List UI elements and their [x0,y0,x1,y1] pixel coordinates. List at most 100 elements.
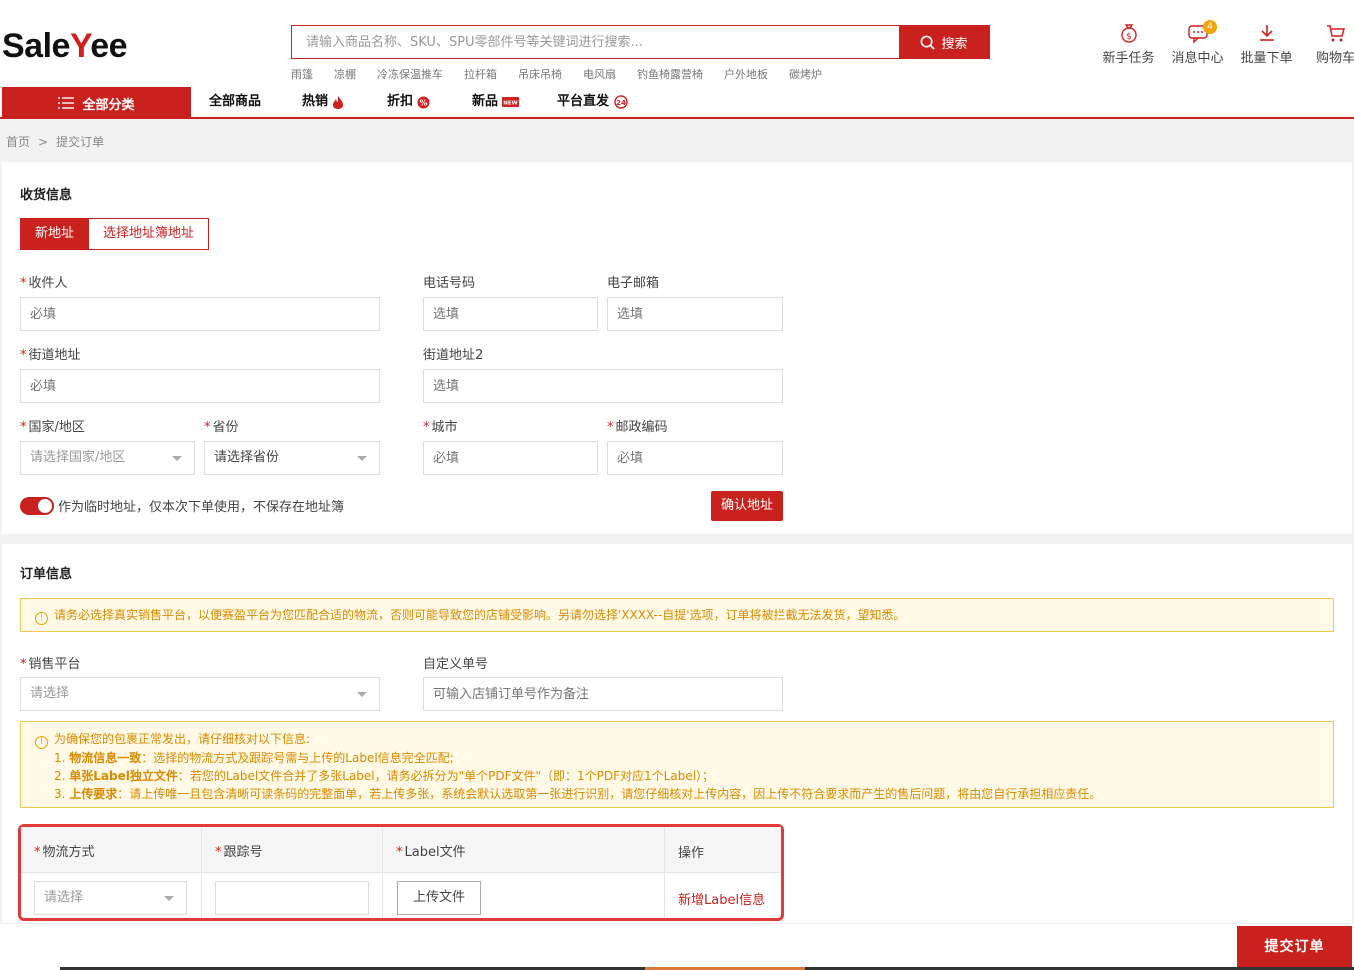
hot-word[interactable]: 碳烤炉 [789,66,822,82]
new-icon: NEW [502,97,520,107]
nav-label: 全部商品 [209,94,262,109]
breadcrumb: 首页 > 提交订单 [6,133,104,150]
nav-discount[interactable]: 折扣 % [387,87,430,117]
logo[interactable]: SaleYee [2,24,128,68]
fire-icon [333,95,344,109]
svg-text:NEW: NEW [503,101,517,107]
custom-order-no-label: 自定义单号 [423,657,489,672]
label-notice-title: ! 为确保您的包裹正常发出，请仔细核对以下信息: [35,730,1319,749]
cart-link[interactable]: 购物车 [1301,22,1354,66]
bulk-order-link[interactable]: 批量下单 [1232,22,1301,66]
all-categories-button[interactable]: 全部分类 [2,87,191,119]
street-input[interactable] [20,369,380,403]
label-notice: ! 为确保您的包裹正常发出，请仔细核对以下信息: 1. 物流信息一致：选择的物流方… [20,721,1334,808]
city-label: * 城市 [423,420,458,435]
city-input[interactable] [423,441,598,475]
search-button-label: 搜索 [941,36,968,52]
hot-word[interactable]: 凉棚 [334,66,356,82]
platform-notice: ! 请务必选择真实销售平台，以便赛盈平台为您匹配合适的物流，否则可能导致您的店铺受… [20,598,1334,632]
nav-label: 平台直发 [557,94,610,109]
zip-label: * 邮政编码 [607,420,668,435]
submit-order-button[interactable]: 提交订单 [1237,926,1352,969]
nav-all-products[interactable]: 全部商品 [209,87,261,117]
message-badge: 4 [1203,20,1217,34]
temp-address-label: 作为临时地址，仅本次下单使用，不保存在地址簿 [58,500,345,515]
email-label: 电子邮箱 [607,276,660,291]
confirm-address-button[interactable]: 确认地址 [711,491,783,521]
street2-input[interactable] [423,369,783,403]
nav-hot[interactable]: 热销 [302,87,344,117]
hot-word[interactable]: 钓鱼椅露营椅 [637,66,703,82]
nav-new[interactable]: 新品 NEW [472,87,520,117]
notice-item: 3. 上传要求：请上传唯一且包含清晰可读条码的完整面单，若上传多张，系统会默认选… [54,787,1102,801]
street-label: * 街道地址 [20,348,81,363]
recipient-label: * 收件人 [20,276,68,291]
message-center-link[interactable]: 4 消息中心 [1163,20,1232,66]
download-icon [1259,25,1274,41]
street2-label: 街道地址2 [423,348,484,363]
tracking-number-input[interactable] [215,881,369,915]
hot-word[interactable]: 吊床吊椅 [518,66,562,82]
footer-bar: 提交订单 [0,923,1354,970]
shipping-title: 收货信息 [20,188,73,203]
hot-word[interactable]: 冷冻保温推车 [377,66,443,82]
hot-word[interactable]: 电风扇 [583,66,616,82]
top-icon-label: 新手任务 [1102,51,1155,66]
phone-input[interactable] [423,297,598,331]
money-bag-icon: $ [1120,24,1137,43]
country-select[interactable]: 请选择国家/地区 [20,441,195,475]
temp-address-toggle[interactable] [20,497,54,515]
top-shortcuts: $ 新手任务 4 消息中心 批量下单 购物车 [1094,20,1354,66]
upload-file-button[interactable]: 上传文件 [397,881,481,915]
search-input[interactable] [292,26,899,58]
col-tracking-header: * 跟踪号 [215,845,263,860]
platform-select[interactable]: 请选择 [20,677,380,711]
menu-icon [58,97,75,109]
discount-icon: % [417,96,430,108]
shipping-info-card: 收货信息 新地址 选择地址簿地址 *收件人 电话号码 电子邮箱 *街道地址 街道… [2,162,1352,534]
country-label: * 国家/地区 [20,420,85,435]
svg-text:%: % [420,98,428,107]
logistics-method-select[interactable]: 请选择 [34,881,187,915]
hot-word[interactable]: 户外地板 [724,66,768,82]
24h-icon: 24 [614,95,628,109]
nav-label: 新品 [472,94,499,109]
all-categories-label: 全部分类 [82,97,135,113]
custom-order-no-input[interactable] [423,677,783,711]
warning-icon: ! [35,612,48,625]
search-icon [921,35,936,50]
hot-word[interactable]: 拉杆箱 [464,66,497,82]
notice-text: 请务必选择真实销售平台，以便赛盈平台为您匹配合适的物流，否则可能导致您的店铺受影… [54,608,906,622]
warning-icon: ! [35,736,48,749]
newbie-task-link[interactable]: $ 新手任务 [1094,22,1163,66]
tab-new-address[interactable]: 新地址 [20,218,90,250]
platform-label: * 销售平台 [20,657,81,672]
tab-address-book[interactable]: 选择地址簿地址 [89,218,210,250]
top-icon-label: 消息中心 [1171,51,1224,66]
nav-label: 折扣 [387,94,414,109]
svg-text:$: $ [1126,32,1132,42]
col-label-header: * Label文件 [396,845,466,860]
zip-input[interactable] [607,441,783,475]
add-label-link[interactable]: 新增Label信息 [678,889,765,908]
province-select[interactable]: 请选择省份 [204,441,380,475]
email-input[interactable] [607,297,783,331]
breadcrumb-home[interactable]: 首页 [6,133,30,150]
top-icon-label: 购物车 [1315,51,1354,66]
cart-icon [1326,25,1345,42]
search-bar: 搜索 [291,25,990,59]
hot-word[interactable]: 雨篷 [291,66,313,82]
breadcrumb-separator: > [38,134,49,149]
logistics-table: * 物流方式 * 跟踪号 * Label文件 操作 请选择 上传文件 新增Label信… [18,824,784,921]
order-title: 订单信息 [20,567,73,582]
svg-text:24: 24 [616,99,626,107]
recipient-input[interactable] [20,297,380,331]
nav-bar: 全部分类 全部商品 热销 折扣 % 新品 NEW 平台直发 24 [0,87,1354,119]
header: SaleYee 搜索 雨篷 凉棚 冷冻保温推车 拉杆箱 吊床吊椅 电风扇 钓鱼椅… [0,0,1354,87]
breadcrumb-current: 提交订单 [56,135,105,149]
notice-item: 1. 物流信息一致：选择的物流方式及跟踪号需与上传的Label信息完全匹配; [54,751,454,765]
search-button[interactable]: 搜索 [899,26,989,58]
nav-direct-ship[interactable]: 平台直发 24 [557,87,629,117]
address-tabs: 新地址 选择地址簿地址 [20,218,210,250]
notice-item: 2. 单张Label独立文件：若您的Label文件合并了多张Label，请务必拆… [54,769,715,783]
